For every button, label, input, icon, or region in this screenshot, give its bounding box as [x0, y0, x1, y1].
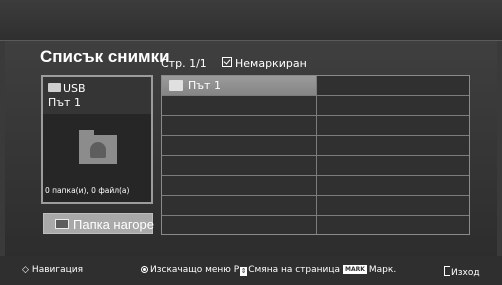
popup-menu-label: Изскачащо меню [150, 265, 231, 275]
folder-icon [169, 80, 183, 91]
bottom-help-bar: ◇ Навигация Изскачащо меню P ⇕ Смяна на стр… [0, 256, 502, 285]
usb-folder-icon [48, 83, 61, 92]
list-row [162, 156, 469, 176]
popup-menu-hint: Изскачащо меню P ⇕ Смяна на страница [141, 265, 341, 276]
checkbox-icon [222, 57, 232, 67]
exit-hint: Изход [444, 265, 480, 278]
mark-label: Марк. [368, 265, 397, 275]
folder-up-button[interactable]: Папка нагоре [43, 213, 154, 234]
device-row: USB [48, 82, 86, 95]
p-key-label: P [233, 265, 240, 275]
folder-up-icon [55, 219, 69, 229]
page-change-label: Смяна на страница [248, 265, 341, 275]
list-row [162, 96, 469, 116]
mark-status: Немаркиран [222, 57, 307, 70]
page-key-icon: ⇕ [240, 267, 248, 276]
ok-button-icon [141, 266, 148, 273]
preview-thumbnail-area: 0 папка(и), 0 файл(а) [43, 114, 151, 202]
list-item[interactable]: Път 1 [162, 76, 316, 95]
exit-icon [444, 266, 450, 276]
mark-key-icon: MARK [343, 265, 367, 274]
list-row [162, 196, 469, 216]
file-list-grid: Път 1 [161, 75, 470, 235]
page-title: Списък снимки [40, 47, 170, 66]
mark-status-label: Немаркиран [235, 57, 307, 70]
current-path: Път 1 [48, 96, 81, 109]
nav-hint: ◇ Навигация [22, 265, 83, 275]
list-row [162, 216, 469, 234]
list-row [162, 136, 469, 156]
folder-up-label: Папка нагоре [73, 217, 154, 232]
nav-hint-label: Навигация [31, 265, 83, 275]
top-bar [0, 0, 502, 40]
list-row [162, 176, 469, 196]
preview-header: USB Път 1 [43, 77, 151, 114]
navigation-arrows-icon: ◇ [22, 265, 29, 275]
list-item-label: Път 1 [188, 79, 221, 92]
photo-folder-icon [79, 130, 117, 164]
mark-hint: MARK Марк. [343, 265, 396, 275]
exit-label: Изход [451, 268, 480, 278]
page-indicator: Стр. 1/1 [161, 57, 207, 70]
list-row [162, 116, 469, 136]
folder-file-count: 0 папка(и), 0 файл(а) [45, 186, 130, 195]
device-label: USB [63, 82, 86, 95]
preview-panel: USB Път 1 0 папка(и), 0 файл(а) [41, 75, 153, 204]
list-row: Път 1 [162, 76, 469, 96]
